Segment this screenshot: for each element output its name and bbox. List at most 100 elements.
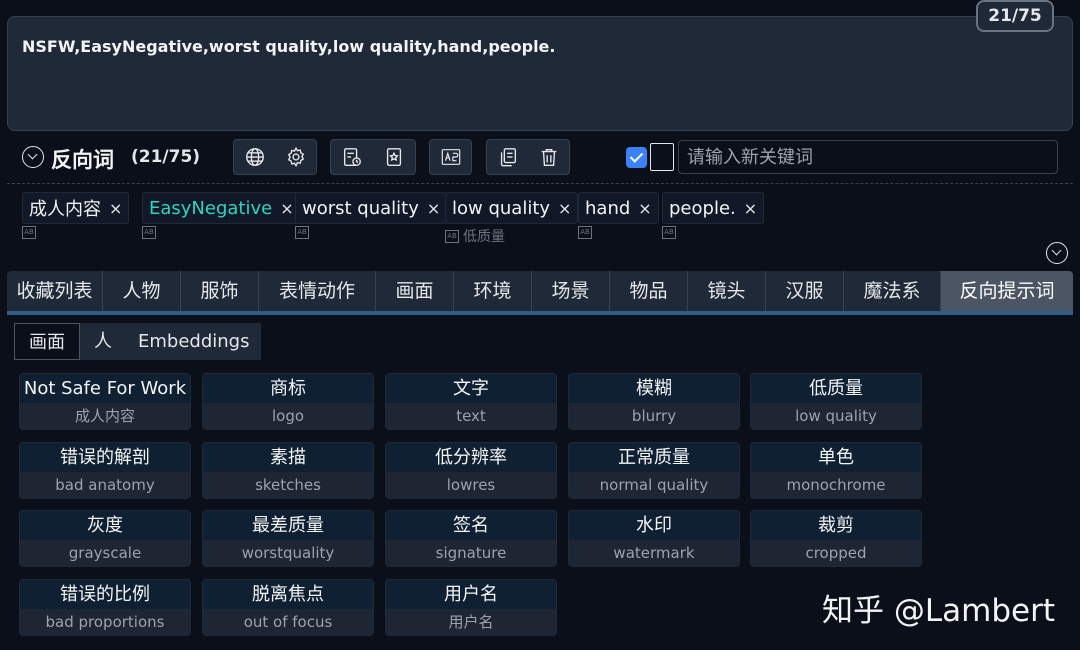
keyword-card[interactable]: 低分辨率 lowres — [385, 442, 557, 499]
tab-characters[interactable]: 人物 — [103, 271, 181, 311]
tag-item[interactable]: people. × AB — [662, 192, 765, 239]
button-group-translate-all — [429, 139, 472, 175]
tag-item[interactable]: 成人内容 × AB — [22, 192, 130, 239]
keyword-translation: bad proportions — [20, 609, 190, 635]
translate-icon[interactable]: AB — [22, 226, 36, 239]
bookmark-icon[interactable] — [383, 146, 405, 168]
tab-magic[interactable]: 魔法系 — [844, 271, 941, 311]
keyword-card[interactable]: 裁剪 cropped — [750, 510, 922, 567]
tag-label[interactable]: EasyNegative — [149, 198, 272, 219]
expand-icon[interactable] — [1046, 242, 1068, 264]
keyword-card[interactable]: 灰度 grayscale — [19, 510, 191, 567]
keyword-translation: lowres — [386, 472, 556, 498]
keyword-label: 水印 — [569, 511, 739, 540]
keyword-card[interactable]: 正常质量 normal quality — [568, 442, 740, 499]
keyword-label: 脱离焦点 — [203, 580, 373, 609]
keyword-card[interactable]: 用户名 用户名 — [385, 579, 557, 636]
tag-item[interactable]: worst quality × AB — [295, 192, 448, 239]
tag-label[interactable]: hand — [585, 198, 630, 219]
keyword-label: 最差质量 — [203, 511, 373, 540]
keyword-card[interactable]: 签名 signature — [385, 510, 557, 567]
keyword-card[interactable]: 脱离焦点 out of focus — [202, 579, 374, 636]
translate-icon[interactable]: AB — [662, 226, 676, 239]
subtab-person[interactable]: 人 — [80, 323, 126, 360]
keyword-card[interactable]: 最差质量 worstquality — [202, 510, 374, 567]
section-count: (21/75) — [131, 147, 201, 167]
keyword-label: Not Safe For Work — [20, 374, 190, 403]
collapse-icon[interactable] — [22, 146, 44, 168]
new-keyword-input[interactable] — [678, 140, 1058, 174]
keyword-card[interactable]: 错误的解剖 bad anatomy — [19, 442, 191, 499]
subtab-picture[interactable]: 画面 — [14, 323, 80, 360]
keyword-translation: cropped — [751, 540, 921, 566]
keyword-label: 低质量 — [751, 374, 921, 403]
close-icon[interactable]: × — [427, 199, 440, 218]
keyword-translation: sketches — [203, 472, 373, 498]
history-list-icon[interactable] — [341, 146, 363, 168]
keyword-label: 文字 — [386, 374, 556, 403]
section-title[interactable]: 反向词 — [51, 144, 114, 174]
watermark: 知乎 @Lambert — [822, 593, 1055, 629]
copy-icon[interactable] — [497, 146, 519, 168]
keyword-card[interactable]: 单色 monochrome — [750, 442, 922, 499]
close-icon[interactable]: × — [109, 199, 122, 218]
tab-items[interactable]: 物品 — [610, 271, 688, 311]
keyword-card[interactable]: 水印 watermark — [568, 510, 740, 567]
keyword-label: 模糊 — [569, 374, 739, 403]
tag-item[interactable]: low quality × AB 低质量 — [445, 192, 579, 246]
keyword-translation: monochrome — [751, 472, 921, 498]
tab-scene[interactable]: 场景 — [532, 271, 610, 311]
trash-icon[interactable] — [538, 146, 560, 168]
keyword-card[interactable]: 低质量 low quality — [750, 373, 922, 430]
keyword-translation: logo — [203, 403, 373, 429]
tab-picture[interactable]: 画面 — [376, 271, 454, 311]
keyword-card[interactable]: 文字 text — [385, 373, 557, 430]
translate-icon[interactable]: AB — [295, 226, 309, 239]
translate-icon[interactable]: AB — [578, 226, 592, 239]
tab-expressions[interactable]: 表情动作 — [259, 271, 376, 311]
subtab-embeddings[interactable]: Embeddings — [126, 323, 262, 360]
tab-lens[interactable]: 镜头 — [688, 271, 766, 311]
keyword-translation: watermark — [569, 540, 739, 566]
keyword-translation: signature — [386, 540, 556, 566]
tag-label[interactable]: low quality — [452, 198, 550, 219]
close-icon[interactable]: × — [558, 199, 571, 218]
tag-label[interactable]: 成人内容 — [29, 195, 101, 221]
keyword-card[interactable]: Not Safe For Work 成人内容 — [19, 373, 191, 430]
tab-negative-prompts[interactable]: 反向提示词 — [941, 271, 1073, 311]
tab-hanfu[interactable]: 汉服 — [766, 271, 844, 311]
globe-icon[interactable] — [244, 146, 266, 168]
keyword-card[interactable]: 模糊 blurry — [568, 373, 740, 430]
close-icon[interactable]: × — [280, 199, 293, 218]
keyword-translation: blurry — [569, 403, 739, 429]
prompt-editor: NSFW,EasyNegative,worst quality,low qual… — [0, 0, 1080, 650]
translate-icon[interactable] — [440, 146, 462, 168]
keyword-card[interactable]: 错误的比例 bad proportions — [19, 579, 191, 636]
keyword-translation: worstquality — [203, 540, 373, 566]
auto-translate-checkbox[interactable] — [626, 147, 647, 168]
keyword-label: 错误的解剖 — [20, 443, 190, 472]
tab-environment[interactable]: 环境 — [454, 271, 532, 311]
keyword-label: 单色 — [751, 443, 921, 472]
translate-icon[interactable]: AB — [142, 226, 156, 239]
text-cursor-icon — [650, 143, 674, 171]
close-icon[interactable]: × — [638, 199, 651, 218]
keyword-card[interactable]: 商标 logo — [202, 373, 374, 430]
divider — [7, 183, 1073, 184]
translate-icon[interactable]: AB — [445, 229, 459, 243]
gear-icon[interactable] — [285, 146, 307, 168]
tab-clothing[interactable]: 服饰 — [181, 271, 259, 311]
tag-item[interactable]: EasyNegative × AB — [142, 192, 301, 239]
prompt-text[interactable]: NSFW,EasyNegative,worst quality,low qual… — [22, 37, 555, 56]
tag-label[interactable]: people. — [669, 198, 736, 219]
tab-favorites[interactable]: 收藏列表 — [7, 271, 103, 311]
close-icon[interactable]: × — [744, 199, 757, 218]
keyword-card[interactable]: 素描 sketches — [202, 442, 374, 499]
keyword-label: 错误的比例 — [20, 580, 190, 609]
negative-prompt-textarea[interactable]: NSFW,EasyNegative,worst quality,low qual… — [7, 16, 1073, 131]
keyword-label: 商标 — [203, 374, 373, 403]
button-group-edit — [486, 139, 570, 175]
keyword-translation: normal quality — [569, 472, 739, 498]
tag-label[interactable]: worst quality — [302, 198, 419, 219]
tag-item[interactable]: hand × AB — [578, 192, 659, 239]
